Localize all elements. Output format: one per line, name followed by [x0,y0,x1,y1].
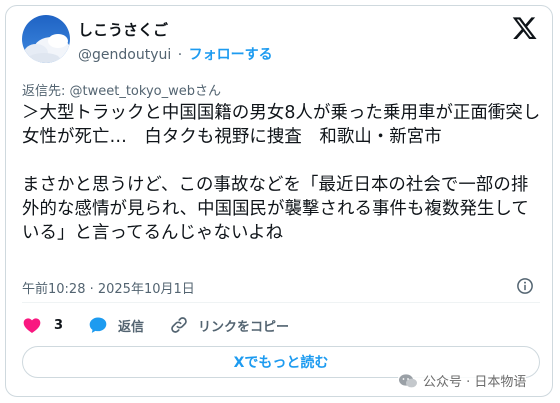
like-button[interactable]: 3 [22,315,63,335]
wechat-icon [399,373,417,387]
user-handle[interactable]: @gendoutyui [78,47,171,63]
info-icon[interactable] [516,277,534,295]
copy-link-label: リンクをコピー [198,319,290,335]
reply-to-label: 返信先: @tweet_tokyo_webさん [22,84,221,99]
handle-row: @gendoutyui · フォローする [78,44,273,64]
reply-bubble-icon [89,317,107,333]
tweet-text: ＞大型トラックと中国国籍の男女8人が乗った乗用車が正面衝突し女性が死亡… 白タク… [22,103,541,243]
heart-icon [23,318,41,333]
like-count: 3 [54,317,64,333]
x-logo-icon[interactable] [511,15,537,41]
reply-button[interactable]: 返信 [88,315,144,335]
divider [22,302,540,303]
watermark-text: 公众号 · 日本物语 [423,375,527,390]
link-icon [171,317,187,333]
reply-label: 返信 [118,319,145,335]
tweet-timestamp[interactable]: 午前10:28 · 2025年10月1日 [22,278,195,297]
display-name[interactable]: しこうさくご [78,19,168,40]
copy-link-button[interactable]: リンクをコピー [169,315,289,335]
avatar-image [22,15,70,63]
avatar[interactable] [22,15,70,63]
follow-button[interactable]: フォローする [189,47,273,63]
watermark: 公众号 · 日本物语 [398,371,527,390]
separator-dot: · [177,47,183,63]
